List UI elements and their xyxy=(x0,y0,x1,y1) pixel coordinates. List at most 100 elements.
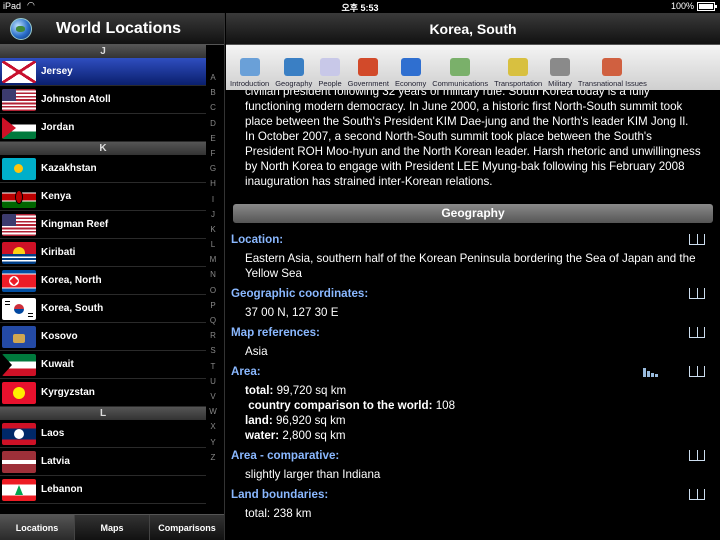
index-letter[interactable]: B xyxy=(206,88,220,103)
kiribati-flag-icon xyxy=(2,241,36,264)
index-letter[interactable]: L xyxy=(206,240,220,255)
index-letter[interactable]: Z xyxy=(206,453,220,468)
toolbar-label: Economy xyxy=(394,79,427,88)
field-text: Asia xyxy=(245,345,268,358)
list-item[interactable]: Kiribati xyxy=(0,239,206,267)
index-letter[interactable]: Q xyxy=(206,316,220,331)
list-item[interactable]: Kosovo xyxy=(0,323,206,351)
toolbar-transportation[interactable]: Transportation xyxy=(494,58,542,88)
nkorea-flag-icon xyxy=(2,269,36,292)
list-item[interactable]: Kenya xyxy=(0,183,206,211)
index-letter[interactable]: K xyxy=(206,225,220,240)
index-letter[interactable]: T xyxy=(206,362,220,377)
field-coordinates: Geographic coordinates: 37 00 N, 127 30 … xyxy=(231,284,715,323)
index-letter[interactable]: A xyxy=(206,73,220,88)
index-letter[interactable]: J xyxy=(206,210,220,225)
index-letter[interactable]: S xyxy=(206,346,220,361)
list-item[interactable]: Korea, North xyxy=(0,267,206,295)
list-item[interactable]: Johnston Atoll xyxy=(0,86,206,114)
index-letter[interactable]: F xyxy=(206,149,220,164)
jersey-flag-icon xyxy=(2,60,36,83)
toolbar-label: Geography xyxy=(275,79,313,88)
toolbar-label: Government xyxy=(347,79,389,88)
list-item-label: Kuwait xyxy=(41,359,74,370)
book-icon[interactable] xyxy=(689,489,705,500)
locations-title: World Locations xyxy=(56,19,182,37)
index-letter[interactable]: W xyxy=(206,407,220,422)
list-item[interactable]: Lebanon xyxy=(0,476,206,504)
area-comparison: country comparison to the world: 108 xyxy=(248,399,456,412)
index-letter[interactable]: R xyxy=(206,331,220,346)
field-text: slightly larger than Indiana xyxy=(245,468,381,481)
toolbar-geography[interactable]: Geography xyxy=(275,58,312,88)
book-icon[interactable] xyxy=(689,366,705,377)
section-header-j: J xyxy=(0,45,206,58)
toolbar-label: Transnational Issues xyxy=(577,79,647,88)
tab-comparisons[interactable]: Comparisons xyxy=(150,515,224,540)
toolbar-people[interactable]: People xyxy=(318,58,342,88)
battery-icon xyxy=(697,2,717,11)
kyrgyzstan-flag-icon xyxy=(2,381,36,404)
laos-flag-icon xyxy=(2,422,36,445)
index-letter[interactable]: O xyxy=(206,286,220,301)
list-item-label: Kiribati xyxy=(41,247,76,258)
list-item-label: Kenya xyxy=(41,191,72,202)
list-item[interactable]: Latvia xyxy=(0,448,206,476)
list-item[interactable]: Kazakhstan xyxy=(0,155,206,183)
index-letter[interactable]: P xyxy=(206,301,220,316)
index-letter[interactable]: H xyxy=(206,179,220,194)
book-icon[interactable] xyxy=(689,234,705,245)
field-area: Area: total: 99,720 sq km country compar… xyxy=(231,362,715,446)
index-letter[interactable]: G xyxy=(206,164,220,179)
field-title: Land boundaries: xyxy=(231,488,329,501)
book-icon[interactable] xyxy=(689,450,705,461)
intro-text: civilian president following 32 years of… xyxy=(245,90,701,188)
index-letter[interactable]: V xyxy=(206,392,220,407)
area-land: land: 96,920 sq km xyxy=(245,414,346,427)
alphabet-index[interactable]: ABCDEFGHIJKLMNOPQRSTUVWXYZ xyxy=(206,73,220,468)
index-letter[interactable]: N xyxy=(206,270,220,285)
toolbar-introduction[interactable]: Introduction xyxy=(230,58,269,88)
toolbar-label: Introduction xyxy=(230,79,270,88)
field-land-boundaries: Land boundaries: total: 238 km xyxy=(231,485,715,524)
kuwait-flag-icon xyxy=(2,353,36,376)
locations-list[interactable]: J Jersey Johnston Atoll Jordan K Kazakhstan Ke… xyxy=(0,45,224,504)
list-item[interactable]: Kyrgyzstan xyxy=(0,379,206,407)
index-letter[interactable]: D xyxy=(206,119,220,134)
list-item[interactable]: Jersey xyxy=(0,58,206,86)
list-item[interactable]: Jordan xyxy=(0,114,206,142)
book-icon[interactable] xyxy=(689,327,705,338)
tab-bar: Locations Maps Comparisons xyxy=(0,514,224,540)
toolbar-communications[interactable]: Communications xyxy=(432,58,488,88)
list-item-label: Latvia xyxy=(41,456,70,467)
list-item[interactable]: Korea, South xyxy=(0,295,206,323)
book-icon[interactable] xyxy=(689,288,705,299)
toolbar-transnational-issues[interactable]: Transnational Issues xyxy=(578,58,647,88)
list-item[interactable]: Kingman Reef xyxy=(0,211,206,239)
battery-percent: 100% xyxy=(670,1,694,11)
index-letter[interactable]: Y xyxy=(206,438,220,453)
toolbar-government[interactable]: Government xyxy=(348,58,389,88)
communications-icon xyxy=(450,58,471,76)
detail-content[interactable]: civilian president following 32 years of… xyxy=(226,90,720,540)
list-item[interactable]: Laos xyxy=(0,420,206,448)
locations-header: World Locations xyxy=(0,13,224,45)
tab-locations[interactable]: Locations xyxy=(0,515,75,540)
index-letter[interactable]: U xyxy=(206,377,220,392)
field-area-comparative: Area - comparative: slightly larger than… xyxy=(231,446,715,485)
section-banner-geography: Geography xyxy=(233,204,713,223)
index-letter[interactable]: X xyxy=(206,422,220,437)
government-icon xyxy=(358,58,379,76)
tab-maps[interactable]: Maps xyxy=(75,515,150,540)
toolbar-economy[interactable]: Economy xyxy=(395,58,426,88)
toolbar-military[interactable]: Military xyxy=(548,58,572,88)
bar-chart-icon[interactable] xyxy=(643,366,659,377)
field-title: Geographic coordinates: xyxy=(231,287,369,300)
index-letter[interactable]: C xyxy=(206,103,220,118)
list-item-label: Johnston Atoll xyxy=(41,94,111,105)
index-letter[interactable]: I xyxy=(206,195,220,210)
list-item[interactable]: Kuwait xyxy=(0,351,206,379)
index-letter[interactable]: M xyxy=(206,255,220,270)
index-letter[interactable]: E xyxy=(206,134,220,149)
field-text: total: 238 km xyxy=(245,507,312,520)
